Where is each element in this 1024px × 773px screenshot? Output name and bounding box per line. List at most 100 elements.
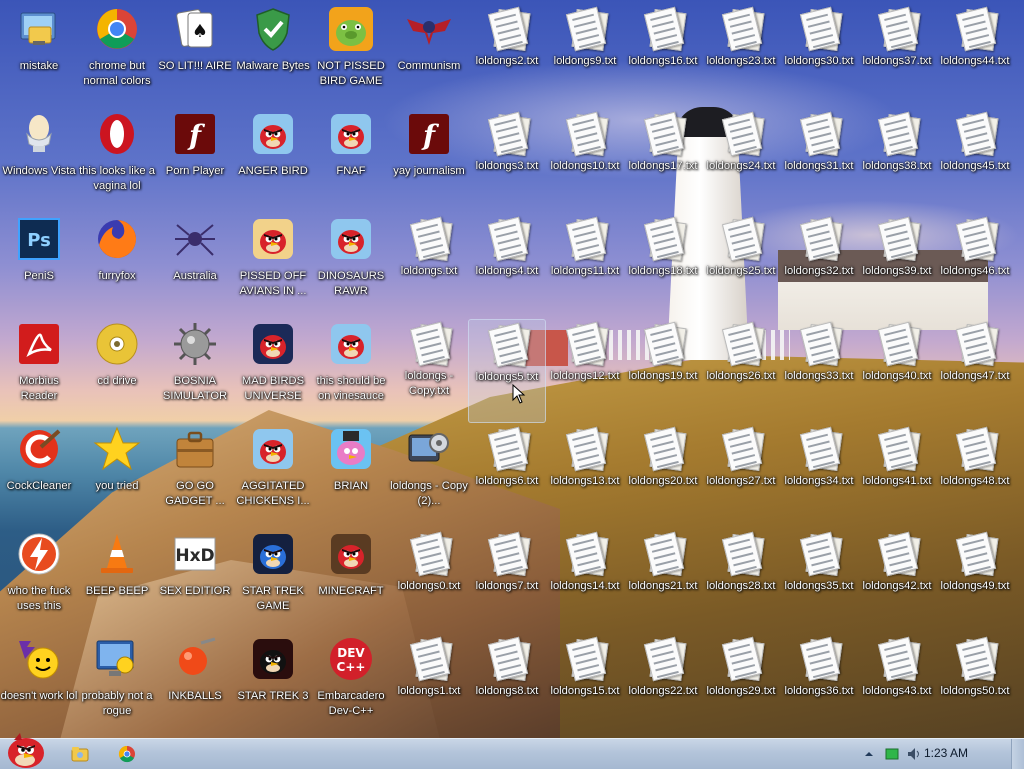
desktop-text-file[interactable]: loldongs21.txt <box>624 529 702 633</box>
desktop-shortcut[interactable]: f yay journalism <box>390 109 468 213</box>
desktop-shortcut[interactable]: PISSED OFF AVIANS IN ... <box>234 214 312 318</box>
show-hidden-icons-arrow[interactable] <box>864 749 874 759</box>
desktop-text-file[interactable]: loldongs41.txt <box>858 424 936 528</box>
desktop-text-file[interactable]: loldongs26.txt <box>702 319 780 423</box>
desktop-shortcut[interactable]: f Porn Player <box>156 109 234 213</box>
desktop-text-file[interactable]: loldongs15.txt <box>546 634 624 738</box>
desktop-text-file[interactable]: loldongs40.txt <box>858 319 936 423</box>
taskbar-chrome-button[interactable] <box>107 741 147 767</box>
desktop-text-file[interactable]: loldongs24.txt <box>702 109 780 213</box>
taskbar-clock[interactable]: 1:23 AM <box>924 746 968 760</box>
desktop-shortcut[interactable]: DINOSAURS RAWR <box>312 214 390 318</box>
desktop-shortcut[interactable]: doesn't work lol <box>0 634 78 738</box>
desktop-text-file[interactable]: loldongs17.txt <box>624 109 702 213</box>
desktop-text-file[interactable]: loldongs44.txt <box>936 4 1014 108</box>
desktop-text-file[interactable]: loldongs7.txt <box>468 529 546 633</box>
desktop-shortcut[interactable]: BRIAN <box>312 424 390 528</box>
desktop-text-file[interactable]: loldongs2.txt <box>468 4 546 108</box>
desktop-shortcut[interactable]: BOSNIA SIMULATOR <box>156 319 234 423</box>
desktop-shortcut[interactable]: probably not a rogue <box>78 634 156 738</box>
desktop-text-file[interactable]: loldongs16.txt <box>624 4 702 108</box>
desktop-text-file[interactable]: loldongs50.txt <box>936 634 1014 738</box>
desktop-text-file[interactable]: loldongs45.txt <box>936 109 1014 213</box>
desktop-shortcut[interactable]: MINECRAFT <box>312 529 390 633</box>
desktop-shortcut[interactable]: this looks like a vagina lol <box>78 109 156 213</box>
desktop-shortcut[interactable]: Windows Vista <box>0 109 78 213</box>
desktop-text-file[interactable]: loldongs43.txt <box>858 634 936 738</box>
desktop-shortcut[interactable]: NOT PISSED BIRD GAME <box>312 4 390 108</box>
volume-icon[interactable] <box>906 746 922 762</box>
desktop-shortcut[interactable]: mistake <box>0 4 78 108</box>
desktop-text-file[interactable]: loldongs4.txt <box>468 214 546 318</box>
desktop-text-file[interactable]: loldongs.txt <box>390 214 468 318</box>
desktop-shortcut[interactable]: Communism <box>390 4 468 108</box>
desktop-text-file[interactable]: loldongs13.txt <box>546 424 624 528</box>
desktop-text-file[interactable]: loldongs19.txt <box>624 319 702 423</box>
desktop-shortcut[interactable]: Australia <box>156 214 234 318</box>
desktop-shortcut[interactable]: Morbius Reader <box>0 319 78 423</box>
desktop-text-file[interactable]: loldongs36.txt <box>780 634 858 738</box>
desktop-text-file[interactable]: loldongs25.txt <box>702 214 780 318</box>
desktop-text-file[interactable]: loldongs11.txt <box>546 214 624 318</box>
desktop-text-file[interactable]: loldongs38.txt <box>858 109 936 213</box>
desktop-text-file[interactable]: loldongs5.txt <box>468 319 546 423</box>
desktop-text-file[interactable]: loldongs - Copy.txt <box>390 319 468 423</box>
desktop-text-file[interactable]: loldongs46.txt <box>936 214 1014 318</box>
desktop-shortcut[interactable]: CockCleaner <box>0 424 78 528</box>
desktop-shortcut[interactable]: cd drive <box>78 319 156 423</box>
desktop-text-file[interactable]: loldongs39.txt <box>858 214 936 318</box>
desktop-shortcut[interactable]: GO GO GADGET ... <box>156 424 234 528</box>
desktop-text-file[interactable]: loldongs14.txt <box>546 529 624 633</box>
desktop-text-file[interactable]: loldongs1.txt <box>390 634 468 738</box>
desktop-text-file[interactable]: loldongs42.txt <box>858 529 936 633</box>
desktop-text-file[interactable]: loldongs28.txt <box>702 529 780 633</box>
start-button[interactable] <box>0 731 50 769</box>
show-desktop-button[interactable] <box>1011 739 1024 769</box>
desktop-text-file[interactable]: loldongs33.txt <box>780 319 858 423</box>
desktop-shortcut[interactable]: MAD BIRDS UNIVERSE <box>234 319 312 423</box>
desktop-text-file[interactable]: loldongs27.txt <box>702 424 780 528</box>
desktop-shortcut[interactable]: DEV C++ Embarcadero Dev-C++ <box>312 634 390 738</box>
desktop-text-file[interactable]: loldongs30.txt <box>780 4 858 108</box>
desktop-text-file[interactable]: loldongs18.txt <box>624 214 702 318</box>
desktop-shortcut[interactable]: STAR TREK 3 <box>234 634 312 738</box>
desktop-text-file[interactable]: loldongs12.txt <box>546 319 624 423</box>
desktop[interactable]: mistake chrome but normal colors ♠ SO LIT!!… <box>0 0 1024 738</box>
desktop-text-file[interactable]: loldongs34.txt <box>780 424 858 528</box>
desktop-shortcut[interactable]: ♠ SO LIT!!! AIRE <box>156 4 234 108</box>
desktop-shortcut[interactable]: HxD SEX EDITIOR <box>156 529 234 633</box>
desktop-shortcut[interactable]: FNAF <box>312 109 390 213</box>
desktop-text-file[interactable]: loldongs37.txt <box>858 4 936 108</box>
desktop-shortcut[interactable]: you tried <box>78 424 156 528</box>
desktop-text-file[interactable]: loldongs23.txt <box>702 4 780 108</box>
desktop-text-file[interactable]: loldongs9.txt <box>546 4 624 108</box>
desktop-shortcut[interactable]: ANGER BIRD <box>234 109 312 213</box>
desktop-text-file[interactable]: loldongs35.txt <box>780 529 858 633</box>
desktop-shortcut[interactable]: this should be on vinesauce <box>312 319 390 423</box>
desktop-shortcut[interactable]: Malware Bytes <box>234 4 312 108</box>
desktop-shortcut[interactable]: chrome but normal colors <box>78 4 156 108</box>
desktop-text-file[interactable]: loldongs10.txt <box>546 109 624 213</box>
desktop-text-file[interactable]: loldongs8.txt <box>468 634 546 738</box>
desktop-shortcut[interactable]: furryfox <box>78 214 156 318</box>
desktop-shortcut[interactable]: AGGITATED CHICKENS I... <box>234 424 312 528</box>
desktop-shortcut[interactable]: Ps PeniS <box>0 214 78 318</box>
desktop-shortcut[interactable]: INKBALLS <box>156 634 234 738</box>
network-icon[interactable] <box>884 746 900 762</box>
desktop-text-file[interactable]: loldongs6.txt <box>468 424 546 528</box>
taskbar-explorer-button[interactable] <box>60 741 100 767</box>
desktop-text-file[interactable]: loldongs32.txt <box>780 214 858 318</box>
desktop-shortcut[interactable]: who the fuck uses this <box>0 529 78 633</box>
desktop-text-file[interactable]: loldongs31.txt <box>780 109 858 213</box>
desktop-shortcut[interactable]: STAR TREK GAME <box>234 529 312 633</box>
desktop-text-file[interactable]: loldongs0.txt <box>390 529 468 633</box>
desktop-text-file[interactable]: loldongs48.txt <box>936 424 1014 528</box>
desktop-text-file[interactable]: loldongs49.txt <box>936 529 1014 633</box>
desktop-shortcut[interactable]: loldongs - Copy (2)... <box>390 424 468 528</box>
desktop-text-file[interactable]: loldongs29.txt <box>702 634 780 738</box>
desktop-text-file[interactable]: loldongs22.txt <box>624 634 702 738</box>
desktop-text-file[interactable]: loldongs47.txt <box>936 319 1014 423</box>
desktop-text-file[interactable]: loldongs20.txt <box>624 424 702 528</box>
desktop-text-file[interactable]: loldongs3.txt <box>468 109 546 213</box>
desktop-shortcut[interactable]: BEEP BEEP <box>78 529 156 633</box>
